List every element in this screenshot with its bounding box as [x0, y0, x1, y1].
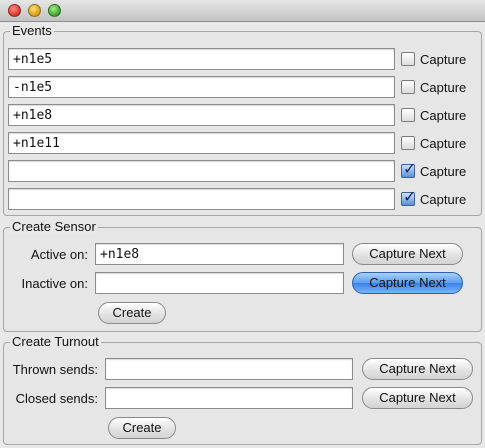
create-turnout-button[interactable]: Create	[108, 417, 176, 439]
inactive-on-label: Inactive on:	[21, 276, 89, 291]
active-on-label: Active on:	[30, 247, 88, 262]
closed-sends-label: Closed sends:	[15, 391, 98, 406]
thrown-sends-field[interactable]	[105, 358, 353, 380]
capture-label-1: Capture	[420, 52, 467, 67]
closed-sends-field[interactable]	[105, 387, 353, 409]
minimize-window-icon[interactable]	[28, 4, 41, 17]
capture-checkbox-3[interactable]	[401, 108, 415, 122]
title-bar	[0, 0, 485, 22]
events-title: Events	[10, 23, 54, 38]
closed-capture-next-button[interactable]: Capture Next	[362, 387, 473, 409]
create-sensor-button[interactable]: Create	[98, 302, 166, 324]
checkmark-icon: ✓	[403, 159, 417, 178]
event-field-3[interactable]	[8, 104, 395, 126]
checkmark-icon: ✓	[403, 187, 417, 206]
capture-label-2: Capture	[420, 80, 467, 95]
inactive-on-field[interactable]	[95, 272, 344, 294]
event-field-2[interactable]	[8, 76, 395, 98]
capture-label-5: Capture	[420, 164, 467, 179]
zoom-window-icon[interactable]	[48, 4, 61, 17]
capture-label-6: Capture	[420, 192, 467, 207]
capture-checkbox-5[interactable]: ✓	[401, 159, 416, 178]
thrown-capture-next-button[interactable]: Capture Next	[362, 358, 473, 380]
event-field-6[interactable]	[8, 188, 395, 210]
active-on-field[interactable]	[95, 243, 344, 265]
capture-label-4: Capture	[420, 136, 467, 151]
capture-checkbox-6[interactable]: ✓	[401, 187, 416, 206]
inactive-capture-next-button[interactable]: Capture Next	[352, 272, 463, 294]
capture-checkbox-1[interactable]	[401, 52, 415, 66]
event-field-4[interactable]	[8, 132, 395, 154]
capture-checkbox-4[interactable]	[401, 136, 415, 150]
event-field-5[interactable]	[8, 160, 395, 182]
create-sensor-title: Create Sensor	[10, 219, 98, 234]
capture-label-3: Capture	[420, 108, 467, 123]
event-field-1[interactable]	[8, 48, 395, 70]
capture-checkbox-2[interactable]	[401, 80, 415, 94]
create-turnout-title: Create Turnout	[10, 334, 101, 349]
thrown-sends-label: Thrown sends:	[12, 362, 98, 377]
active-capture-next-button[interactable]: Capture Next	[352, 243, 463, 265]
close-window-icon[interactable]	[8, 4, 21, 17]
